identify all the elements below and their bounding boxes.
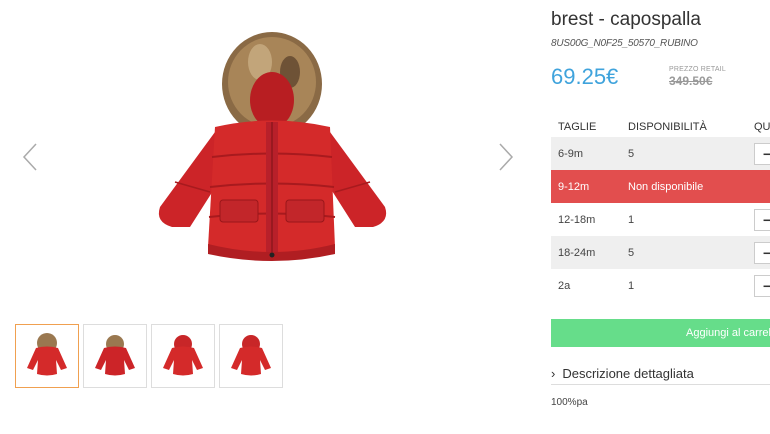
sizes-table-header: TAGLIE DISPONIBILITÀ QUANTITÀ xyxy=(551,117,770,137)
thumbnail-strip xyxy=(15,324,283,388)
sizes-table: TAGLIE DISPONIBILITÀ QUANTITÀ 6-9m 5 − 9… xyxy=(551,117,770,302)
size-row-9-12m: 9-12m Non disponibile xyxy=(551,170,770,203)
product-price: 69.25€ xyxy=(551,64,619,89)
size-row-12-18m[interactable]: 12-18m 1 − xyxy=(551,203,770,236)
header-size: TAGLIE xyxy=(558,121,597,133)
availability-value: 1 xyxy=(628,279,635,292)
availability-value: 1 xyxy=(628,213,635,226)
add-to-cart-button[interactable]: Aggiungi al carrello xyxy=(551,319,770,347)
size-row-6-9m[interactable]: 6-9m 5 − xyxy=(551,137,770,170)
size-label: 18-24m xyxy=(558,246,596,259)
quantity-stepper[interactable]: − xyxy=(754,241,770,264)
size-label: 12-18m xyxy=(558,213,596,226)
header-availability: DISPONIBILITÀ xyxy=(628,121,707,133)
retail-price: 349.50€ xyxy=(669,74,713,88)
product-main-image xyxy=(158,32,387,261)
size-label: 9-12m xyxy=(558,180,590,193)
size-row-2a[interactable]: 2a 1 − xyxy=(551,269,770,302)
quantity-stepper[interactable]: − xyxy=(754,142,770,165)
chevron-left-icon[interactable] xyxy=(18,140,44,174)
chevron-right-icon[interactable] xyxy=(492,140,518,174)
size-label: 2a xyxy=(558,279,571,292)
description-toggle-label: Descrizione dettagliata xyxy=(562,366,694,381)
description-toggle[interactable]: › Descrizione dettagliata xyxy=(551,363,770,385)
chevron-right-icon: › xyxy=(551,366,556,381)
description-text: 100%pa xyxy=(551,397,588,408)
product-info: brest - capospalla 8US00G_N0F25_50570_RU… xyxy=(551,0,770,434)
product-gallery xyxy=(0,0,545,434)
thumbnail-2[interactable] xyxy=(83,324,147,388)
quantity-stepper[interactable]: − xyxy=(754,274,770,297)
size-label: 6-9m xyxy=(558,147,584,160)
header-quantity: QUANTITÀ xyxy=(754,121,770,133)
thumbnail-image xyxy=(231,335,271,376)
thumbnail-4[interactable] xyxy=(219,324,283,388)
thumbnail-3[interactable] xyxy=(151,324,215,388)
thumbnail-1[interactable] xyxy=(15,324,79,388)
availability-value: 5 xyxy=(628,246,635,259)
quantity-stepper[interactable]: − xyxy=(754,208,770,231)
availability-value: Non disponibile xyxy=(628,180,704,193)
retail-price-label: PREZZO RETAIL xyxy=(669,66,726,73)
availability-value: 5 xyxy=(628,147,635,160)
product-title: brest - capospalla xyxy=(551,9,701,30)
size-row-18-24m[interactable]: 18-24m 5 − xyxy=(551,236,770,269)
thumbnail-image xyxy=(27,333,67,376)
product-sku: 8US00G_N0F25_50570_RUBINO xyxy=(551,38,698,49)
thumbnail-image xyxy=(95,335,135,376)
thumbnail-image xyxy=(163,335,203,376)
